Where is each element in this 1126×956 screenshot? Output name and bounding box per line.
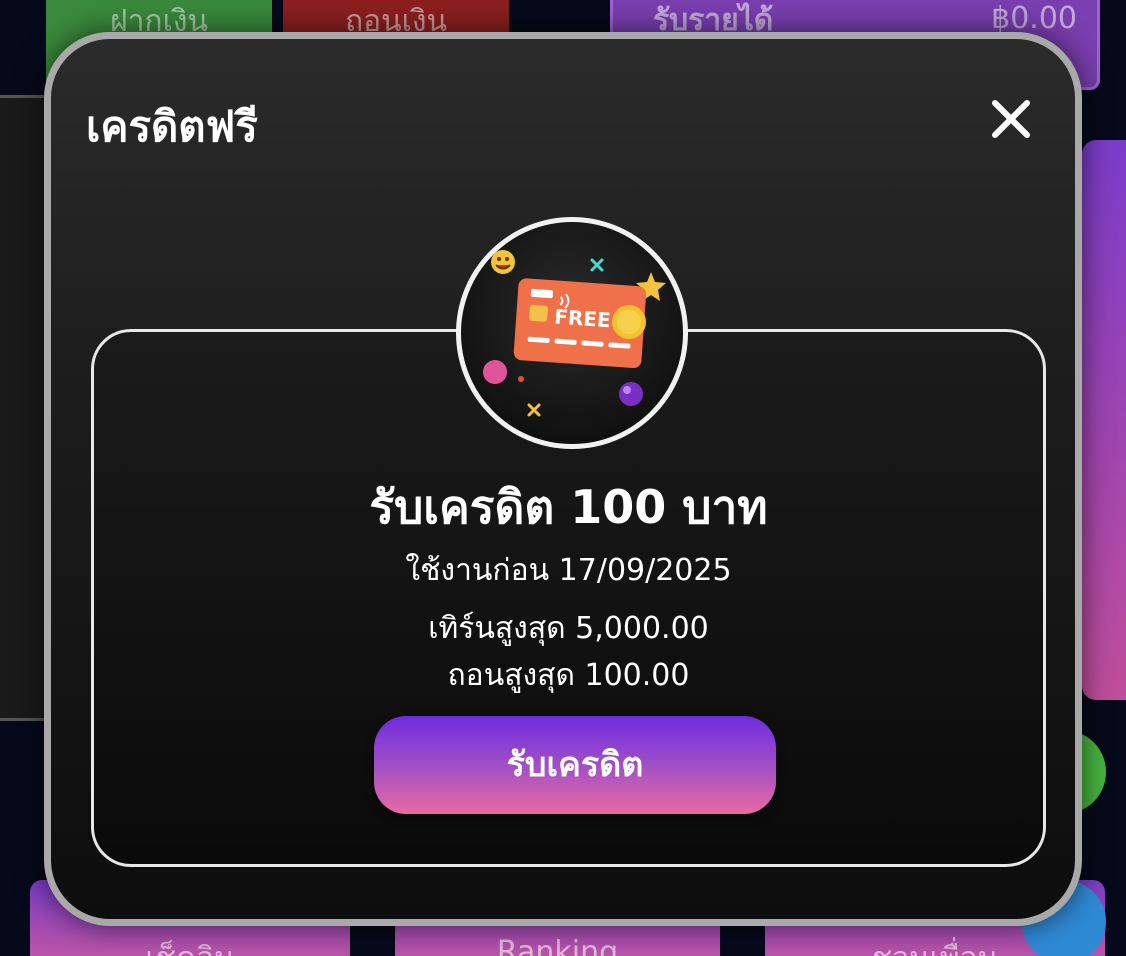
income-amount: ฿0.00 (991, 1, 1077, 36)
free-credit-modal: เครดิตฟรี FREE รับเครดิต 100 บาท ใช้งานก… (44, 32, 1082, 926)
modal-title: เครดิตฟรี (86, 102, 258, 151)
claim-credit-button[interactable]: รับเครดิต (374, 716, 776, 814)
expire-date-text: ใช้งานก่อน 17/09/2025 (405, 553, 732, 588)
background-right-panel (1082, 140, 1126, 700)
credit-amount-title: รับเครดิต 100 บาท (369, 480, 768, 534)
emoji-icon (491, 250, 515, 274)
close-icon[interactable] (981, 89, 1041, 149)
svg-text:FREE: FREE (553, 304, 611, 332)
free-credit-card-icon: FREE (456, 217, 688, 449)
max-turnover-text: เทิร์นสูงสุด 5,000.00 (428, 611, 709, 646)
max-withdraw-text: ถอนสูงสุด 100.00 (447, 658, 690, 693)
background-left-panel (0, 95, 44, 721)
